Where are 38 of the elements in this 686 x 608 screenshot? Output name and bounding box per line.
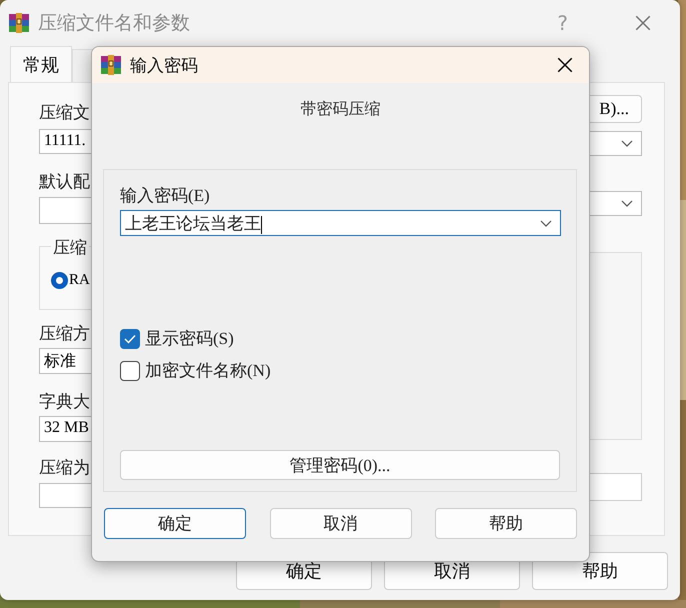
dialog-title: 输入密码 (130, 54, 199, 76)
radio-option[interactable]: RA (51, 272, 90, 289)
close-icon (634, 14, 652, 32)
close-icon (556, 56, 574, 74)
dialog-button[interactable]: 确定 (104, 508, 246, 539)
checkbox-label: 加密文件名称(N) (145, 360, 271, 382)
password-text: 上老王论坛当老王 (125, 212, 263, 234)
field-label: 压缩为 (39, 458, 90, 478)
dropdown[interactable] (589, 131, 642, 156)
manage-passwords-button[interactable]: 管理密码(0)... (120, 450, 560, 480)
dropdown[interactable]: 32 MB (39, 416, 92, 442)
chevron-down-icon (540, 220, 552, 226)
dialog-button[interactable]: 帮助 (435, 508, 577, 539)
dropdown[interactable] (39, 197, 92, 224)
input-field[interactable] (589, 473, 642, 501)
dropdown[interactable]: 标准 (39, 348, 92, 374)
field-label: 默认配 (39, 172, 90, 192)
dialog-button[interactable]: 取消 (270, 508, 412, 539)
archive-icon (8, 12, 30, 34)
field-label: 字典大 (39, 392, 90, 412)
checkbox[interactable] (120, 360, 140, 380)
field-label: 输入密码(E) (120, 185, 210, 207)
radio-label: RA (69, 272, 90, 289)
window-title: 压缩文件名和参数 (38, 11, 191, 36)
check-icon (124, 334, 136, 344)
archive-icon (100, 54, 122, 76)
input-field[interactable]: 11111. (39, 129, 92, 154)
field-label: 压缩方 (39, 324, 90, 344)
dialog-heading: 带密码压缩 (300, 100, 380, 120)
tab[interactable]: 常规 (10, 46, 72, 82)
dropdown[interactable] (39, 483, 92, 508)
dropdown[interactable] (589, 191, 642, 216)
password-field[interactable]: 上老王论坛当老王 (120, 210, 561, 236)
checkbox[interactable] (120, 328, 140, 348)
chevron-down-icon (621, 200, 633, 207)
checkbox-label: 显示密码(S) (145, 328, 234, 350)
field-label: 压缩文 (39, 103, 90, 123)
chevron-down-icon (621, 140, 633, 147)
